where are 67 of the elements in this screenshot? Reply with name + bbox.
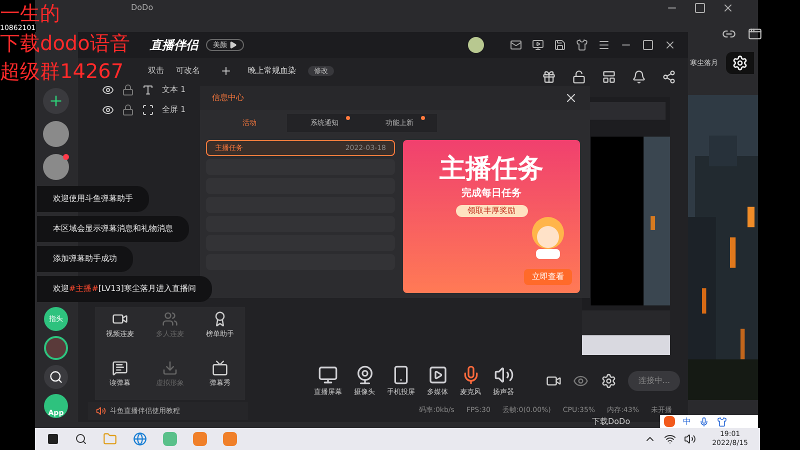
search-icon[interactable] [75,433,87,445]
overlay-text: 一生的 [0,2,60,24]
frame-icon [142,104,154,116]
avatar[interactable] [468,37,484,53]
layer-name[interactable]: 全屏 1 [162,104,186,116]
search-icon [49,370,63,384]
lock-icon[interactable] [122,84,134,96]
chat-bubble: 本区域会显示弹幕消息和礼物消息 [37,216,189,242]
microphone-icon[interactable] [699,416,709,426]
chat-bubble: 欢迎#主播#[LV13]寒尘落月进入直播间 [37,276,212,302]
text-icon [142,84,154,96]
window-title: DoDo [131,2,154,14]
banner-ribbon: 领取丰厚奖励 [456,205,528,217]
shirt-icon[interactable] [717,416,727,426]
gift-icon[interactable] [542,70,556,84]
close-icon[interactable] [664,39,676,51]
dialog-title: 信息中心 [212,92,244,104]
tv-icon [212,360,228,376]
settings-button[interactable] [726,52,754,74]
browser-icon[interactable] [133,432,147,446]
lock-icon[interactable] [122,104,134,116]
close-icon[interactable] [722,2,734,14]
play-icon [229,41,237,49]
ime-logo-icon[interactable] [664,416,675,427]
save-icon[interactable] [554,39,566,51]
speaker-icon [494,364,514,385]
menu-icon[interactable] [598,39,610,51]
chat-bubble: 添加弹幕助手成功 [37,246,133,272]
unlock-icon[interactable] [572,70,586,84]
volume-icon[interactable] [684,433,696,445]
mail-icon[interactable] [510,39,522,51]
shirt-icon[interactable] [576,39,588,51]
promo-banner[interactable]: 主播任务 完成每日任务 领取丰厚奖励 立即查看 [403,140,580,293]
share-icon[interactable] [662,70,676,84]
screen-icon[interactable] [532,39,544,51]
app-logo: 直播伴侣 [150,37,198,54]
close-icon[interactable] [564,91,578,105]
ime-mode[interactable]: 中 [683,416,691,428]
webcam-icon [354,364,374,385]
overlay-text: 下载dodo语音 [0,32,130,54]
layout-icon[interactable] [602,70,616,84]
start-icon[interactable] [47,433,59,445]
chat-bubble: 欢迎使用斗鱼弹幕助手 [37,186,149,212]
eye-icon[interactable] [102,104,114,116]
users-icon [162,311,178,327]
window-icon[interactable] [748,27,762,41]
maximize-icon[interactable] [694,2,706,14]
scene-tab[interactable]: 可改名 [176,65,200,77]
maximize-icon[interactable] [642,39,654,51]
layer-name[interactable]: 文本 1 [162,84,186,96]
eye-icon[interactable] [102,84,114,96]
floating-text: 下载DoDo [592,416,630,428]
settings-icon[interactable] [600,373,616,389]
download-icon [162,360,178,376]
scene-name: 晚上常规血染 [248,65,296,77]
play-icon [428,364,448,385]
monitor-icon [318,364,338,385]
message-icon [112,360,128,376]
bell-icon[interactable] [632,70,646,84]
add-icon[interactable] [220,65,232,77]
speaker-icon [96,406,106,416]
plus-icon [48,93,64,109]
gear-icon [732,55,748,71]
overlay-text: 超级群14267 [0,60,124,82]
banner-title: 主播任务 [440,156,544,182]
banner-subtitle: 完成每日任务 [462,186,522,201]
scene-tab[interactable]: 双击 [148,65,164,77]
